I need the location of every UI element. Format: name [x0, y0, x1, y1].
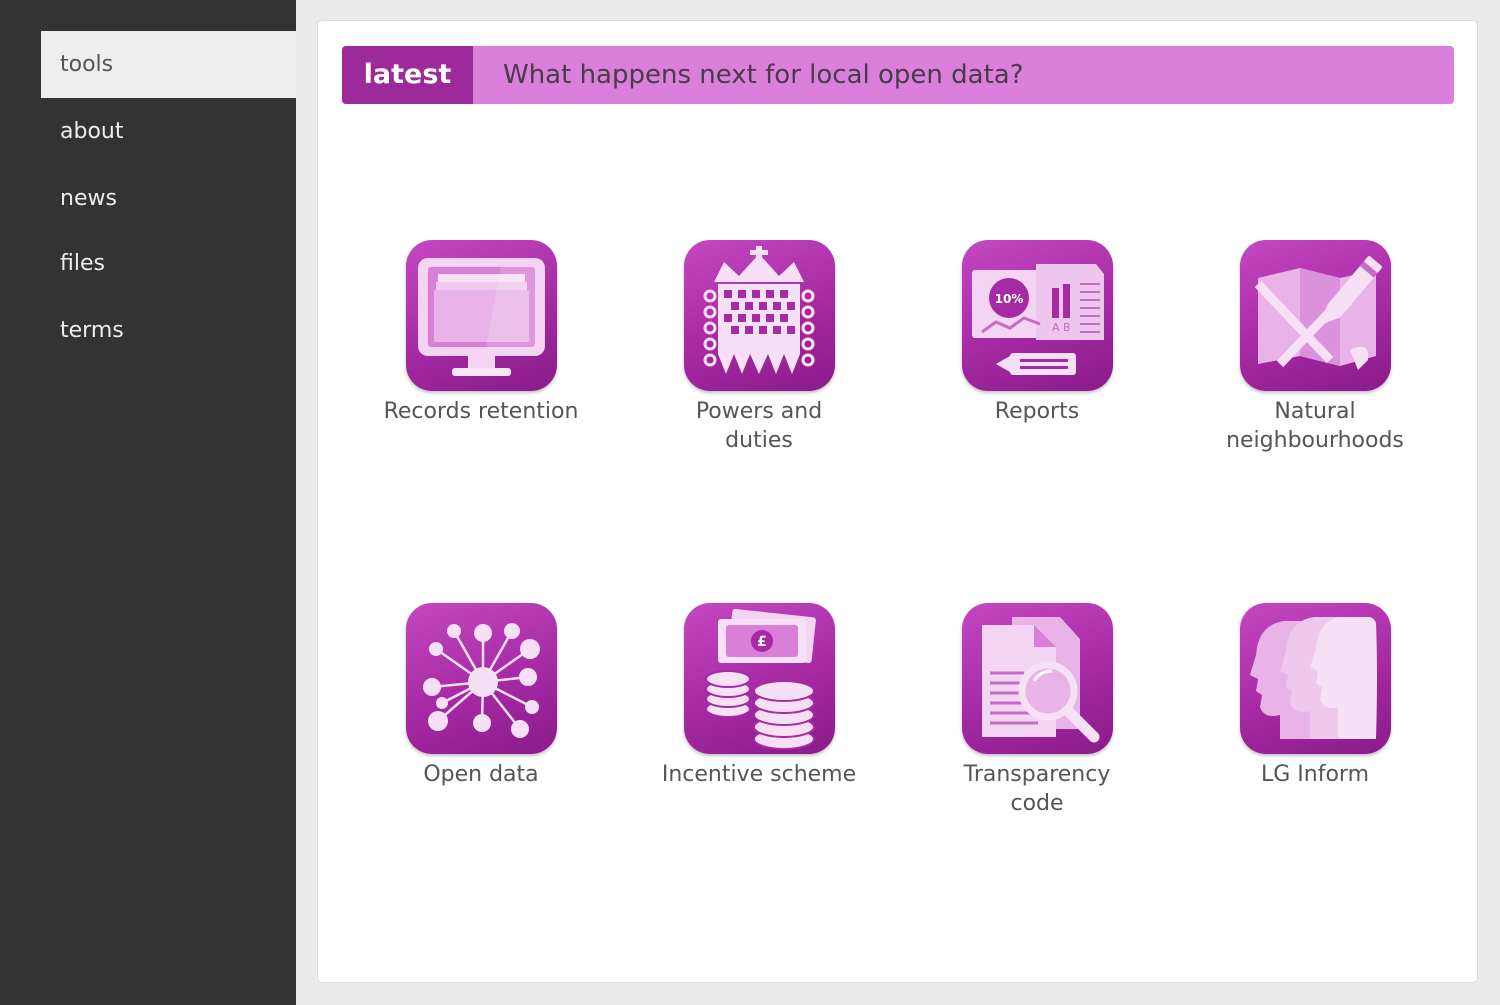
tool-tile-reports[interactable]: A B 10% Reports	[917, 240, 1157, 426]
tool-label: Powers and duties	[695, 399, 823, 453]
tool-tile-open-data[interactable]: Open data	[361, 603, 601, 789]
tool-label: Open data	[423, 762, 539, 787]
svg-text:10%: 10%	[994, 292, 1023, 306]
latest-headline[interactable]: What happens next for local open data?	[503, 46, 1024, 104]
tool-label: Incentive scheme	[661, 762, 857, 787]
tool-label: Natural neighbourhoods	[1226, 399, 1404, 453]
magnifier-document-icon[interactable]	[961, 603, 1113, 754]
portcullis-icon[interactable]	[683, 240, 835, 391]
tool-tile-powers-and-duties[interactable]: Powers and duties	[639, 240, 879, 455]
tool-tile-incentive-scheme[interactable]: £ Incentive scheme	[639, 603, 879, 789]
tool-tile-lg-inform[interactable]: LG Inform	[1195, 603, 1435, 789]
latest-news-banner[interactable]: latest What happens next for local open …	[342, 46, 1454, 104]
profile-faces-icon[interactable]	[1239, 603, 1391, 754]
tool-label: Transparency code	[963, 762, 1111, 816]
map-icon[interactable]	[1239, 240, 1391, 391]
nav-item-files[interactable]: files	[41, 230, 296, 297]
main-panel: latest What happens next for local open …	[317, 20, 1478, 983]
tool-tile-records-retention[interactable]: Records retention	[361, 240, 601, 426]
nav-item-tools[interactable]: tools	[41, 31, 296, 98]
nav-item-terms[interactable]: terms	[41, 297, 296, 364]
tool-label: LG Inform	[1260, 762, 1370, 787]
svg-text:A B: A B	[1052, 321, 1071, 334]
network-icon[interactable]	[405, 603, 557, 754]
tool-label: Reports	[994, 399, 1080, 424]
nav-item-news[interactable]: news	[41, 165, 296, 232]
sidebar: tools about news files terms	[0, 0, 296, 1005]
tool-label: Records retention	[383, 399, 579, 424]
latest-tag: latest	[342, 46, 473, 104]
tool-tile-transparency-code[interactable]: Transparency code	[917, 603, 1157, 818]
monitor-icon[interactable]	[405, 240, 557, 391]
svg-text:£: £	[757, 634, 767, 650]
nav-item-about[interactable]: about	[41, 98, 296, 165]
report-icon[interactable]: A B 10%	[961, 240, 1113, 391]
tool-tile-natural-neighbourhoods[interactable]: Natural neighbourhoods	[1195, 240, 1435, 455]
money-icon[interactable]: £	[683, 603, 835, 754]
